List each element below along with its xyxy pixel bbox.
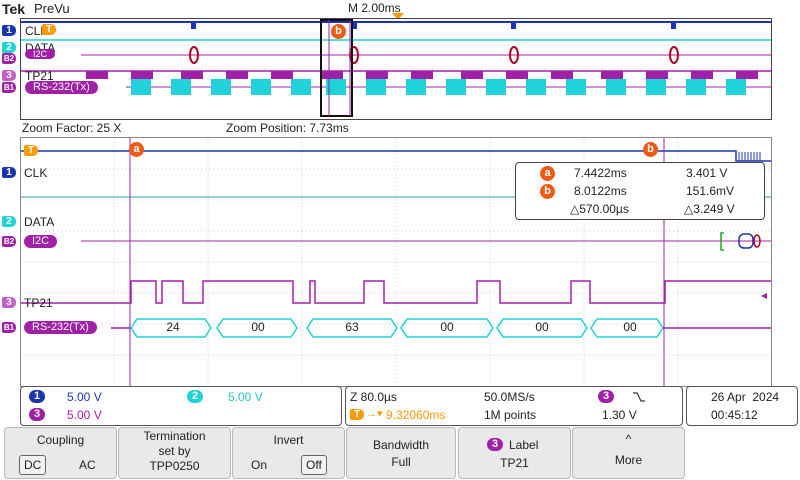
date-time-panel: 26 Apr 2024 00:45:12 [686, 386, 798, 426]
readout-cursor-a-icon: a [540, 166, 555, 181]
label-tp21: TP21 [24, 296, 53, 310]
b2-marker[interactable]: B2 [2, 236, 16, 247]
coupling-ac-option[interactable]: AC [79, 458, 96, 472]
cursor-a-marker[interactable]: a [129, 142, 144, 157]
trigger-level: 1.30 V [602, 408, 637, 422]
bandwidth-title: Bandwidth [372, 438, 430, 452]
ch3-scale: 5.00 V [67, 408, 102, 422]
termination-line1: Termination [143, 429, 206, 443]
b1-marker[interactable]: B1 [2, 322, 16, 333]
cursor-readout-panel: a 7.4422ms 3.401 V b 8.0122ms 151.6mV △5… [515, 162, 765, 220]
ch1-marker[interactable]: 1 [2, 167, 16, 178]
cursor-b-volt: 151.6mV [686, 184, 735, 198]
label-data: DATA [24, 215, 55, 229]
overview-label-rs232: RS-232(Tx) [25, 81, 98, 94]
ch2-scale: 5.00 V [228, 390, 263, 404]
trigger-position-badge: T [350, 409, 364, 420]
cursor-delta-time: △570.00µs [570, 202, 629, 216]
ch1-scale: 5.00 V [67, 390, 102, 404]
more-chevron-up-icon: ^ [625, 432, 632, 446]
decode-byte-6: 00 [623, 320, 637, 334]
decode-byte-3: 63 [345, 320, 359, 334]
label-button[interactable]: 3 Label TP21 [458, 427, 571, 479]
overview-trigger-marker: T [42, 24, 56, 35]
record-length: 1M points [484, 408, 537, 422]
zoom-position: Zoom Position: 7.73ms [226, 121, 349, 135]
invert-off-option[interactable]: Off [301, 455, 327, 475]
cursor-a-time: 7.4422ms [574, 166, 627, 180]
overview-b2-marker[interactable]: B2 [2, 53, 16, 64]
trigger-position-arrow-icon: →▾ [366, 408, 383, 420]
label-title: Label [509, 438, 539, 452]
overview-ch2-marker[interactable]: 2 [2, 42, 16, 53]
more-button[interactable]: ^ More [572, 427, 685, 479]
decode-byte-4: 00 [440, 320, 454, 334]
label-i2c: I2C [24, 235, 58, 248]
cursor-b-marker[interactable]: b [643, 142, 658, 157]
zoom-factor: Zoom Factor: 25 X [22, 121, 122, 135]
falling-edge-icon [633, 392, 645, 402]
label-clk: CLK [24, 166, 48, 180]
date: 26 Apr 2024 [711, 390, 780, 404]
coupling-button[interactable]: Coupling DC AC [4, 427, 117, 479]
trigger-source-icon: 3 [598, 390, 614, 403]
ch3-marker[interactable]: 3 [2, 297, 16, 308]
coupling-dc-option[interactable]: DC [19, 455, 47, 475]
trigger-level-marker[interactable]: T [24, 145, 38, 156]
brand-logo: Tek [2, 1, 26, 17]
overview-ch1-marker[interactable]: 1 [2, 25, 16, 36]
overview-cursor-b-marker[interactable]: b [331, 24, 346, 39]
bandwidth-value: Full [391, 455, 411, 469]
invert-title: Invert [273, 433, 304, 447]
overview-label-i2c: I2C [25, 49, 56, 59]
horizontal-trigger-panel[interactable]: Z 80.0µs 50.0MS/s 3 T →▾ 9.32060ms 1M po… [345, 386, 683, 426]
cursor-b-time: 8.0122ms [574, 184, 627, 198]
ch1-scale-icon: 1 [29, 390, 45, 403]
readout-cursor-b-icon: b [540, 184, 555, 199]
overview-waveform-area[interactable]: b CLK DATA I2C TP21 RS-232(Tx) [20, 18, 772, 120]
acquisition-mode: PreVu [34, 1, 70, 16]
ch2-marker[interactable]: 2 [2, 216, 16, 227]
vertical-scale-panel[interactable]: 1 5.00 V 2 5.00 V 3 5.00 V [20, 386, 342, 426]
ch2-scale-icon: 2 [187, 390, 203, 403]
termination-line2: set by [158, 444, 191, 458]
label-value: TP21 [500, 456, 529, 470]
coupling-title: Coupling [36, 433, 85, 447]
time: 00:45:12 [711, 408, 758, 422]
trigger-position: 9.32060ms [386, 408, 446, 422]
decode-byte-5: 00 [535, 320, 549, 334]
sample-rate: 50.0MS/s [484, 390, 535, 404]
zoom-scale: Z 80.0µs [350, 390, 397, 404]
termination-line3: TPP0250 [149, 459, 200, 473]
label-channel-icon: 3 [487, 438, 503, 451]
bandwidth-button[interactable]: Bandwidth Full [346, 427, 456, 479]
more-title: More [614, 453, 643, 467]
invert-on-option[interactable]: On [251, 458, 267, 472]
termination-button[interactable]: Termination set by TPP0250 [118, 427, 231, 479]
overview-ch3-marker[interactable]: 3 [2, 70, 16, 81]
label-rs232: RS-232(Tx) [24, 321, 97, 334]
decode-byte-2: 00 [251, 320, 265, 334]
ch3-scale-icon: 3 [29, 408, 45, 421]
decode-byte-1: 24 [166, 320, 180, 334]
overview-waveforms [21, 19, 771, 117]
overview-b1-marker[interactable]: B1 [2, 82, 16, 93]
invert-button[interactable]: Invert On Off [232, 427, 345, 479]
cursor-delta-volt: △3.249 V [684, 202, 735, 216]
cursor-a-volt: 3.401 V [686, 166, 728, 180]
